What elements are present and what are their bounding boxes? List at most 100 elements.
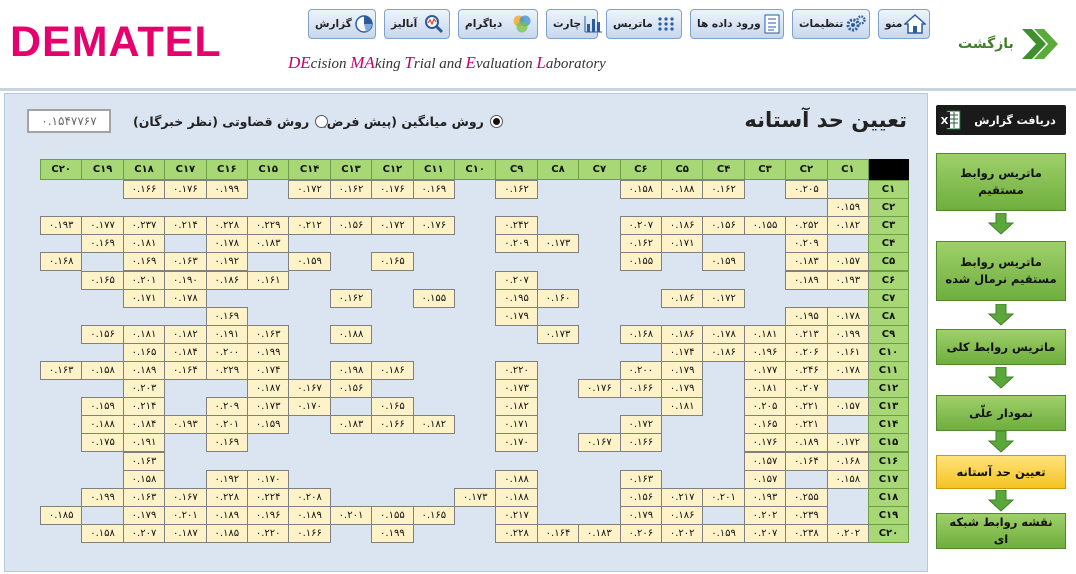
matrix-cell[interactable]: ۰.۲۱۷ — [661, 487, 704, 507]
matrix-cell[interactable]: ۰.۱۷۸ — [826, 361, 869, 381]
matrix-cell[interactable]: ۰.۱۵۷ — [743, 451, 787, 471]
matrix-cell[interactable]: ۰.۱۵۶ — [329, 379, 373, 399]
matrix-cell[interactable]: ۰.۱۸۱ — [661, 397, 704, 417]
matrix-cell[interactable]: ۰.۲۲۹ — [205, 361, 248, 381]
matrix-cell[interactable]: ۰.۱۷۴ — [247, 361, 290, 381]
matrix-cell[interactable]: ۰.۱۶۲ — [702, 180, 745, 200]
matrix-cell[interactable]: ۰.۱۶۸ — [40, 252, 83, 272]
matrix-cell[interactable]: ۰.۱۶۵ — [371, 252, 414, 272]
matrix-cell[interactable]: ۰.۱۷۲ — [826, 433, 869, 453]
matrix-cell[interactable]: ۰.۲۰۳ — [122, 379, 166, 399]
matrix-cell[interactable]: ۰.۲۱۲ — [288, 216, 331, 236]
matrix-cell[interactable]: ۰.۱۶۳ — [247, 324, 290, 344]
matrix-cell[interactable]: ۰.۱۹۶ — [743, 342, 787, 362]
get-report-button[interactable]: X دریافت گزارش — [936, 105, 1066, 135]
matrix-cell[interactable]: ۰.۱۶۸ — [619, 324, 662, 344]
matrix-cell[interactable]: ۰.۱۷۹ — [661, 379, 704, 399]
matrix-cell[interactable]: ۰.۱۹۳ — [743, 487, 787, 507]
matrix-cell[interactable]: ۰.۱۹۱ — [122, 433, 166, 453]
matrix-cell[interactable]: ۰.۱۵۸ — [81, 361, 124, 381]
matrix-cell[interactable]: ۰.۱۶۷ — [164, 487, 207, 507]
radio-judgment-method[interactable]: روش قضاوتی (نظر خبرگان) — [133, 114, 329, 129]
matrix-cell[interactable]: ۰.۱۹۳ — [40, 216, 83, 236]
matrix-cell[interactable]: ۰.۱۷۳ — [536, 234, 580, 254]
matrix-cell[interactable]: ۰.۱۵۷ — [826, 252, 869, 272]
matrix-cell[interactable]: ۰.۱۶۱ — [826, 342, 869, 362]
toolbar-button-2[interactable]: تنظیمات — [792, 9, 870, 39]
matrix-cell[interactable]: ۰.۱۵۸ — [826, 469, 869, 489]
toolbar-button-7[interactable]: آنالیز — [384, 9, 450, 39]
nav-button-3[interactable]: ماتریس روابط کلی — [936, 329, 1066, 365]
matrix-cell[interactable]: ۰.۲۰۵ — [785, 180, 828, 200]
back-button[interactable]: بازگشت — [956, 26, 1060, 62]
matrix-cell[interactable]: ۰.۱۸۳ — [329, 415, 373, 435]
matrix-cell[interactable]: ۰.۲۲۱ — [785, 397, 828, 417]
matrix-cell[interactable]: ۰.۱۸۹ — [288, 505, 331, 525]
matrix-cell[interactable]: ۰.۲۳۸ — [785, 523, 828, 543]
matrix-cell[interactable]: ۰.۲۰۷ — [122, 523, 166, 543]
matrix-cell[interactable]: ۰.۲۰۷ — [743, 523, 787, 543]
matrix-cell[interactable]: ۰.۲۰۱ — [702, 487, 745, 507]
matrix-cell[interactable]: ۰.۱۶۳ — [40, 361, 83, 381]
matrix-cell[interactable]: ۰.۱۷۷ — [81, 216, 124, 236]
matrix-cell[interactable]: ۰.۲۱۴ — [122, 397, 166, 417]
matrix-cell[interactable]: ۰.۱۸۶ — [661, 216, 704, 236]
matrix-cell[interactable]: ۰.۱۷۸ — [826, 306, 869, 326]
matrix-cell[interactable]: ۰.۲۲۸ — [495, 523, 538, 543]
nav-button-6[interactable]: نقشه روابط شبکه ای — [936, 513, 1066, 549]
matrix-cell[interactable]: ۰.۲۰۱ — [122, 270, 166, 290]
matrix-cell[interactable]: ۰.۱۹۱ — [205, 324, 248, 344]
matrix-cell[interactable]: ۰.۱۸۳ — [247, 234, 290, 254]
matrix-cell[interactable]: ۰.۱۸۹ — [785, 270, 828, 290]
matrix-cell[interactable]: ۰.۱۸۷ — [247, 379, 290, 399]
matrix-cell[interactable]: ۰.۲۰۱ — [205, 415, 248, 435]
matrix-cell[interactable]: ۰.۲۲۹ — [247, 216, 290, 236]
matrix-cell[interactable]: ۰.۱۷۴ — [661, 342, 704, 362]
matrix-cell[interactable]: ۰.۱۷۹ — [495, 306, 538, 326]
matrix-cell[interactable]: ۰.۲۰۹ — [785, 234, 828, 254]
toolbar-button-1[interactable]: منو — [878, 9, 930, 39]
matrix-cell[interactable]: ۰.۱۶۳ — [122, 451, 166, 471]
matrix-cell[interactable]: ۰.۱۷۹ — [122, 505, 166, 525]
matrix-cell[interactable]: ۰.۲۰۷ — [785, 379, 828, 399]
matrix-cell[interactable]: ۰.۱۵۵ — [371, 505, 414, 525]
nav-button-2[interactable]: ماتریس روابط مستقیم نرمال شده — [936, 241, 1066, 301]
matrix-cell[interactable]: ۰.۱۵۶ — [329, 216, 373, 236]
matrix-cell[interactable]: ۰.۱۶۲ — [329, 288, 373, 308]
matrix-cell[interactable]: ۰.۲۰۵ — [743, 397, 787, 417]
matrix-cell[interactable]: ۰.۱۷۱ — [661, 234, 704, 254]
matrix-cell[interactable]: ۰.۱۸۸ — [495, 487, 538, 507]
matrix-cell[interactable]: ۰.۲۵۲ — [785, 216, 828, 236]
matrix-cell[interactable]: ۰.۱۶۶ — [122, 180, 166, 200]
matrix-cell[interactable]: ۰.۲۲۸ — [205, 487, 248, 507]
matrix-cell[interactable]: ۰.۲۰۱ — [329, 505, 373, 525]
matrix-cell[interactable]: ۰.۱۷۱ — [495, 415, 538, 435]
matrix-cell[interactable]: ۰.۱۷۳ — [495, 379, 538, 399]
matrix-cell[interactable]: ۰.۱۸۵ — [40, 505, 83, 525]
matrix-cell[interactable]: ۰.۱۶۴ — [785, 451, 828, 471]
matrix-cell[interactable]: ۰.۱۵۷ — [743, 469, 787, 489]
matrix-cell[interactable]: ۰.۲۰۹ — [205, 397, 248, 417]
matrix-cell[interactable]: ۰.۱۷۲ — [702, 288, 745, 308]
matrix-cell[interactable]: ۰.۱۶۶ — [371, 415, 414, 435]
matrix-cell[interactable]: ۰.۲۲۰ — [495, 361, 538, 381]
matrix-cell[interactable]: ۰.۱۵۸ — [122, 469, 166, 489]
matrix-cell[interactable]: ۰.۱۶۶ — [619, 379, 662, 399]
matrix-cell[interactable]: ۰.۱۶۳ — [619, 469, 662, 489]
matrix-cell[interactable]: ۰.۱۶۷ — [288, 379, 331, 399]
matrix-cell[interactable]: ۰.۲۱۷ — [495, 505, 538, 525]
matrix-cell[interactable]: ۰.۱۶۶ — [619, 433, 662, 453]
matrix-cell[interactable]: ۰.۱۵۶ — [702, 216, 745, 236]
matrix-cell[interactable]: ۰.۱۶۵ — [371, 397, 414, 417]
radio-mean-dot[interactable] — [489, 115, 503, 128]
matrix-cell[interactable]: ۰.۱۹۸ — [329, 361, 373, 381]
matrix-cell[interactable]: ۰.۱۶۰ — [536, 288, 580, 308]
matrix-cell[interactable]: ۰.۱۷۲ — [619, 415, 662, 435]
matrix-cell[interactable]: ۰.۱۶۵ — [412, 505, 455, 525]
matrix-cell[interactable]: ۰.۱۶۴ — [536, 523, 580, 543]
matrix-cell[interactable]: ۰.۱۶۱ — [247, 270, 290, 290]
matrix-cell[interactable]: ۰.۱۹۵ — [495, 288, 538, 308]
matrix-cell[interactable]: ۰.۲۰۲ — [826, 523, 869, 543]
matrix-cell[interactable]: ۰.۲۱۳ — [785, 324, 828, 344]
matrix-cell[interactable]: ۰.۱۵۹ — [702, 523, 745, 543]
